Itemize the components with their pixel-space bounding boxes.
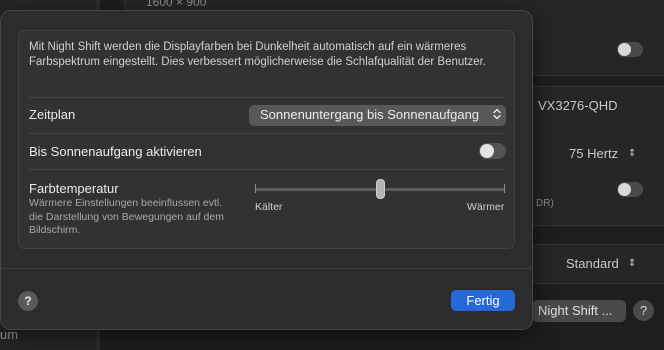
schedule-select[interactable]: Sonnenuntergang bis Sonnenaufgang	[249, 105, 506, 126]
chevron-updown-icon: ⇕	[628, 258, 637, 269]
slider-tick-max	[504, 184, 505, 193]
color-temperature-slider-thumb[interactable]	[376, 179, 385, 199]
divider	[29, 97, 504, 98]
chevron-updown-icon: ⇕	[628, 148, 637, 159]
display-value[interactable]: VX3276-QHD	[538, 98, 617, 113]
done-button[interactable]: Fertig	[451, 290, 515, 311]
footer-divider	[1, 268, 532, 269]
night-shift-dialog: Mit Night Shift werden die Displayfarben…	[0, 10, 533, 330]
slider-tick-min	[255, 184, 256, 193]
resolution-label: 1600 × 900	[146, 0, 207, 9]
background-toggle-1[interactable]	[617, 42, 643, 57]
enable-until-sunrise-toggle[interactable]	[479, 143, 506, 159]
settings-panel: Mit Night Shift werden die Displayfarben…	[18, 30, 515, 249]
night-shift-description: Mit Night Shift werden die Displayfarben…	[29, 41, 487, 68]
background-help-button[interactable]: ?	[633, 300, 654, 321]
preset-value[interactable]: Standard	[566, 256, 619, 271]
chevron-updown-icon	[493, 108, 501, 120]
refresh-rate-value[interactable]: 75 Hertz	[569, 146, 618, 161]
color-temperature-description: Wärmere Einstellungen beeinflussen evtl.…	[29, 197, 224, 236]
schedule-label: Zeitplan	[29, 107, 76, 122]
divider	[29, 169, 504, 170]
divider	[29, 133, 504, 134]
enable-until-sunrise-label: Bis Sonnenaufgang aktivieren	[29, 144, 202, 159]
toggle-knob	[480, 144, 494, 158]
help-button[interactable]: ?	[18, 291, 38, 311]
night-shift-button[interactable]: Night Shift ...	[532, 300, 626, 322]
slider-max-label: Wärmer	[467, 201, 505, 213]
schedule-selected-value: Sonnenuntergang bis Sonnenaufgang	[260, 107, 480, 122]
color-temperature-label: Farbtemperatur	[29, 181, 119, 196]
background-toggle-2[interactable]	[617, 182, 643, 197]
slider-min-label: Kälter	[255, 201, 283, 213]
hdr-fragment: DR)	[536, 198, 554, 209]
